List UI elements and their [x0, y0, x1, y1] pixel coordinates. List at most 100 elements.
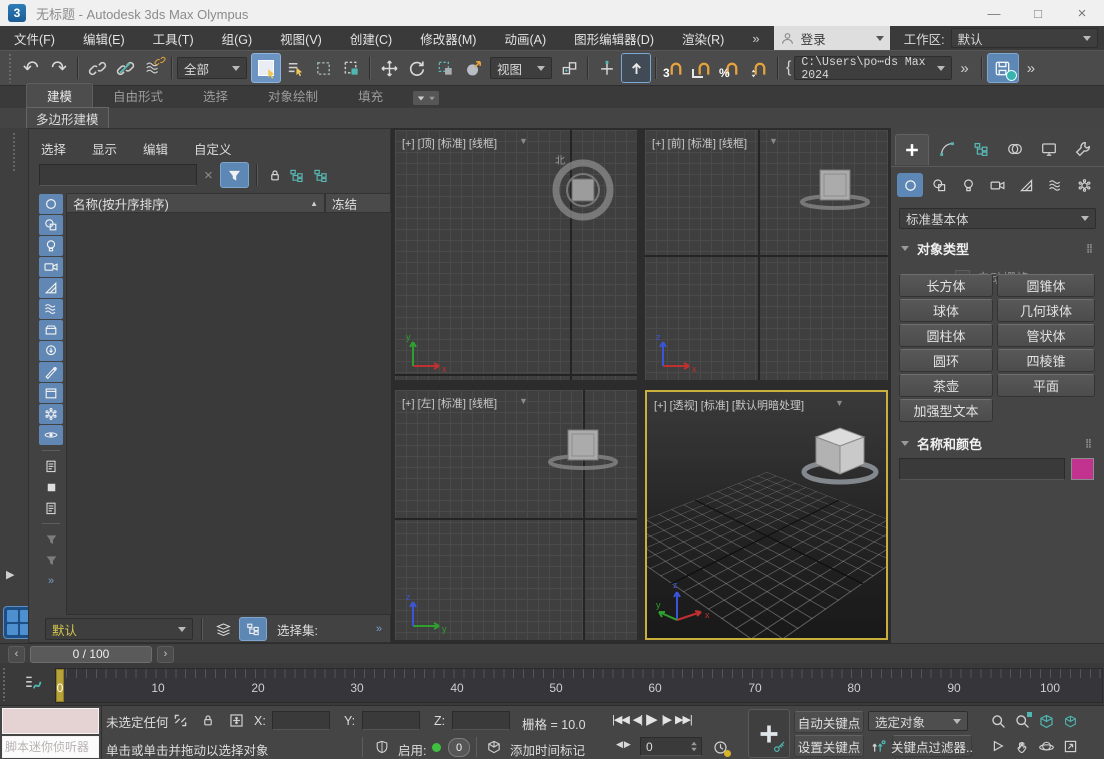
isolate-selection-icon[interactable]	[168, 709, 192, 731]
lock-icon[interactable]	[265, 164, 285, 186]
use-pivot-point-center-button[interactable]	[555, 54, 583, 82]
filter-spacewarps-icon[interactable]	[39, 299, 63, 319]
redo-button[interactable]: ↷	[45, 54, 73, 82]
time-slider-handle[interactable]: 0 / 100	[30, 646, 152, 663]
lights-category-icon[interactable]	[955, 173, 981, 197]
workspace-dropdown[interactable]: 默认	[951, 28, 1098, 48]
signin-dropdown[interactable]: 登录	[774, 26, 890, 50]
previous-frame-button[interactable]: ◀|	[633, 713, 642, 726]
add-time-tag-label[interactable]: 添加时间标记	[510, 740, 585, 759]
undo-button[interactable]: ↶	[17, 54, 45, 82]
menu-animation[interactable]: 动画(A)	[490, 29, 560, 48]
go-to-end-button[interactable]: ▶▶|	[675, 713, 692, 726]
frame-spinner[interactable]	[690, 741, 701, 752]
menu-edit[interactable]: 编辑(E)	[69, 29, 139, 48]
filter-funnel-button[interactable]	[220, 162, 249, 188]
ribbon-tab-selection[interactable]: 选择	[183, 84, 248, 108]
degradation-zero-badge[interactable]: 0	[448, 738, 470, 757]
hierarchy-mode-button[interactable]	[239, 617, 267, 641]
dock-grip[interactable]	[12, 132, 16, 172]
zoom-all-icon[interactable]	[1010, 710, 1034, 732]
clear-filter-icon[interactable]	[39, 550, 63, 570]
next-frame-button[interactable]: |▶	[662, 713, 671, 726]
next-frame-button[interactable]: ›	[157, 646, 174, 663]
toolbar-overflow-chevron[interactable]: »	[960, 60, 968, 77]
maximize-viewport-icon[interactable]	[1058, 735, 1082, 757]
menu-tools[interactable]: 工具(T)	[139, 29, 208, 48]
filter-particles-icon[interactable]	[39, 404, 63, 424]
per-view-filter-icon[interactable]: ▼	[835, 398, 844, 408]
explorer-search-input[interactable]	[39, 164, 197, 186]
helpers-category-icon[interactable]	[1014, 173, 1040, 197]
create-geosphere-button[interactable]: 几何球体	[997, 299, 1095, 322]
track-bar-ruler[interactable]: 0 10 20 30 40 50 60 70 80 90 100	[55, 668, 1103, 703]
selection-set-dropdown[interactable]: 默认	[45, 618, 193, 640]
clear-search-icon[interactable]: ×	[204, 167, 213, 184]
menu-overflow-chevron[interactable]: »	[738, 31, 773, 46]
ribbon-panel-polygon-modeling[interactable]: 多边形建模	[26, 107, 109, 129]
maximize-button[interactable]: □	[1016, 0, 1060, 26]
create-plane-button[interactable]: 平面	[997, 374, 1095, 397]
filter-xrefs-icon[interactable]	[39, 341, 63, 361]
play-button[interactable]: ▶	[646, 710, 658, 728]
create-cylinder-button[interactable]: 圆柱体	[899, 324, 993, 347]
create-sphere-button[interactable]: 球体	[899, 299, 993, 322]
create-torus-button[interactable]: 圆环	[899, 349, 993, 372]
column-header-frozen[interactable]: 冻结	[325, 193, 391, 213]
select-and-place-button[interactable]	[459, 54, 487, 82]
filter-helpers-icon[interactable]	[39, 278, 63, 298]
filter-visibility-icon[interactable]	[39, 425, 63, 445]
footer-overflow-chevron[interactable]: »	[376, 623, 382, 635]
select-by-name-button[interactable]	[281, 54, 309, 82]
collapse-hierarchy-icon[interactable]	[309, 164, 333, 186]
motion-tab[interactable]	[999, 134, 1031, 164]
menu-create[interactable]: 创建(C)	[336, 29, 406, 48]
modify-tab[interactable]	[931, 134, 963, 164]
adaptive-degradation-shield-icon[interactable]	[370, 736, 394, 758]
viewcube-perspective-icon[interactable]	[797, 420, 883, 490]
explorer-menu-customize[interactable]: 自定义	[194, 139, 232, 158]
viewport-front-label[interactable]: [+] [前] [标准] [线框]	[652, 135, 747, 151]
ribbon-tab-modeling[interactable]: 建模	[26, 83, 93, 108]
zoom-extents-all-icon[interactable]	[1058, 710, 1082, 732]
menu-group[interactable]: 组(G)	[208, 29, 267, 48]
zoom-extents-icon[interactable]	[1034, 710, 1058, 732]
advanced-filter-icon[interactable]	[39, 529, 63, 549]
viewport-front[interactable]: [+] [前] [标准] [线框] ▼ xz	[645, 130, 888, 380]
expand-hierarchy-icon[interactable]	[285, 164, 309, 186]
hierarchy-tab[interactable]	[965, 134, 997, 164]
display-tab[interactable]	[1033, 134, 1065, 164]
spinner-snap-toggle-button[interactable]	[745, 54, 773, 82]
maxscript-listener-pink[interactable]	[2, 708, 99, 734]
current-frame-field[interactable]: 0	[640, 737, 702, 756]
filter-containers-icon[interactable]	[39, 383, 63, 403]
filter-none-icon[interactable]	[39, 194, 63, 214]
reference-coordinate-dropdown[interactable]: 视图	[490, 57, 552, 79]
pan-hand-icon[interactable]	[1010, 735, 1034, 757]
bind-to-space-warp-icon[interactable]	[139, 54, 167, 82]
viewcube-front-icon[interactable]	[795, 156, 875, 216]
select-and-rotate-button[interactable]	[403, 54, 431, 82]
filter-groups-icon[interactable]	[39, 320, 63, 340]
unlink-selection-icon[interactable]	[111, 54, 139, 82]
object-type-rollout-header[interactable]: 对象类型 ⣿	[901, 239, 1094, 258]
select-and-scale-button[interactable]	[431, 54, 459, 82]
create-tube-button[interactable]: 管状体	[997, 324, 1095, 347]
select-and-move-button[interactable]	[375, 54, 403, 82]
create-cone-button[interactable]: 圆锥体	[997, 274, 1095, 297]
utilities-tab[interactable]	[1067, 134, 1099, 164]
project-folder-dropdown[interactable]: C:\Users\po⋯ds Max 2024	[794, 56, 952, 80]
percent-snap-toggle-button[interactable]: %	[717, 54, 745, 82]
trackbar-grip[interactable]	[2, 667, 6, 701]
create-textplus-button[interactable]: 加强型文本	[899, 399, 993, 422]
filter-notes-icon[interactable]	[39, 498, 63, 518]
set-key-button[interactable]: 设置关键点	[794, 735, 864, 757]
filter-shapes-list-icon[interactable]	[39, 456, 63, 476]
viewcube-top-icon[interactable]	[547, 152, 619, 224]
filter-cameras-icon[interactable]	[39, 257, 63, 277]
layers-icon[interactable]	[211, 618, 235, 640]
expand-panel-arrow[interactable]: ▶	[6, 568, 14, 581]
viewcube-left-icon[interactable]	[543, 416, 623, 476]
set-key-big-button[interactable]	[748, 709, 790, 758]
keyboard-shortcut-override-toggle[interactable]	[621, 53, 651, 83]
